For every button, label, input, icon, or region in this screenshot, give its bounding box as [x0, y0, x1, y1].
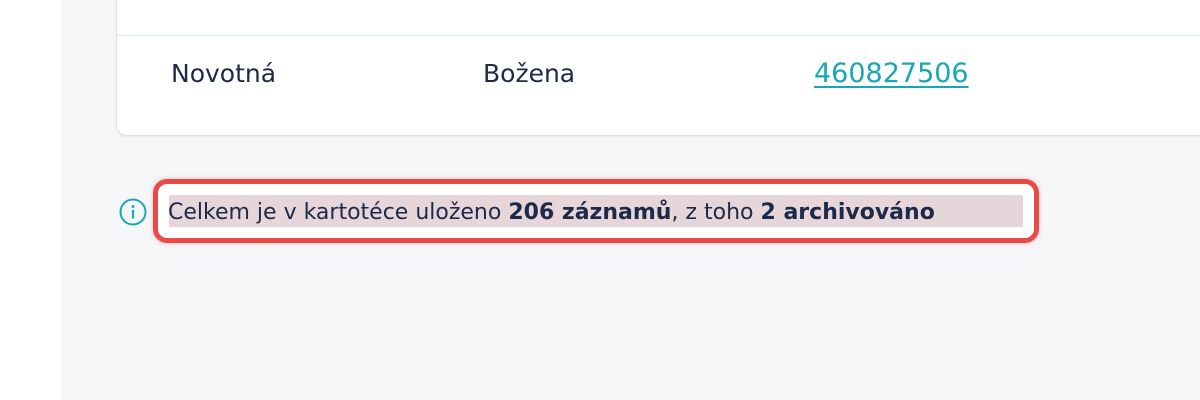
first-name-cell: Božena: [483, 59, 576, 88]
page: Novotná Božena 460827506 Celkem je v kar…: [0, 0, 1200, 400]
phone-link[interactable]: 460827506: [814, 59, 969, 89]
summary-middle: , z toho: [671, 200, 761, 225]
row-divider: [117, 35, 1200, 36]
summary-prefix: Celkem je v kartotéce uloženo: [168, 200, 509, 225]
summary-text: Celkem je v kartotéce uloženo 206 záznam…: [168, 196, 935, 230]
left-sidebar-strip: [0, 0, 62, 400]
records-table-card: Novotná Božena 460827506: [116, 0, 1200, 136]
info-circle-icon: [119, 198, 147, 226]
table-row: Novotná Božena 460827506: [117, 37, 1200, 133]
archived-count: 2 archivováno: [760, 200, 935, 225]
records-count: 206 záznamů: [508, 200, 672, 225]
surname-cell: Novotná: [171, 59, 277, 88]
